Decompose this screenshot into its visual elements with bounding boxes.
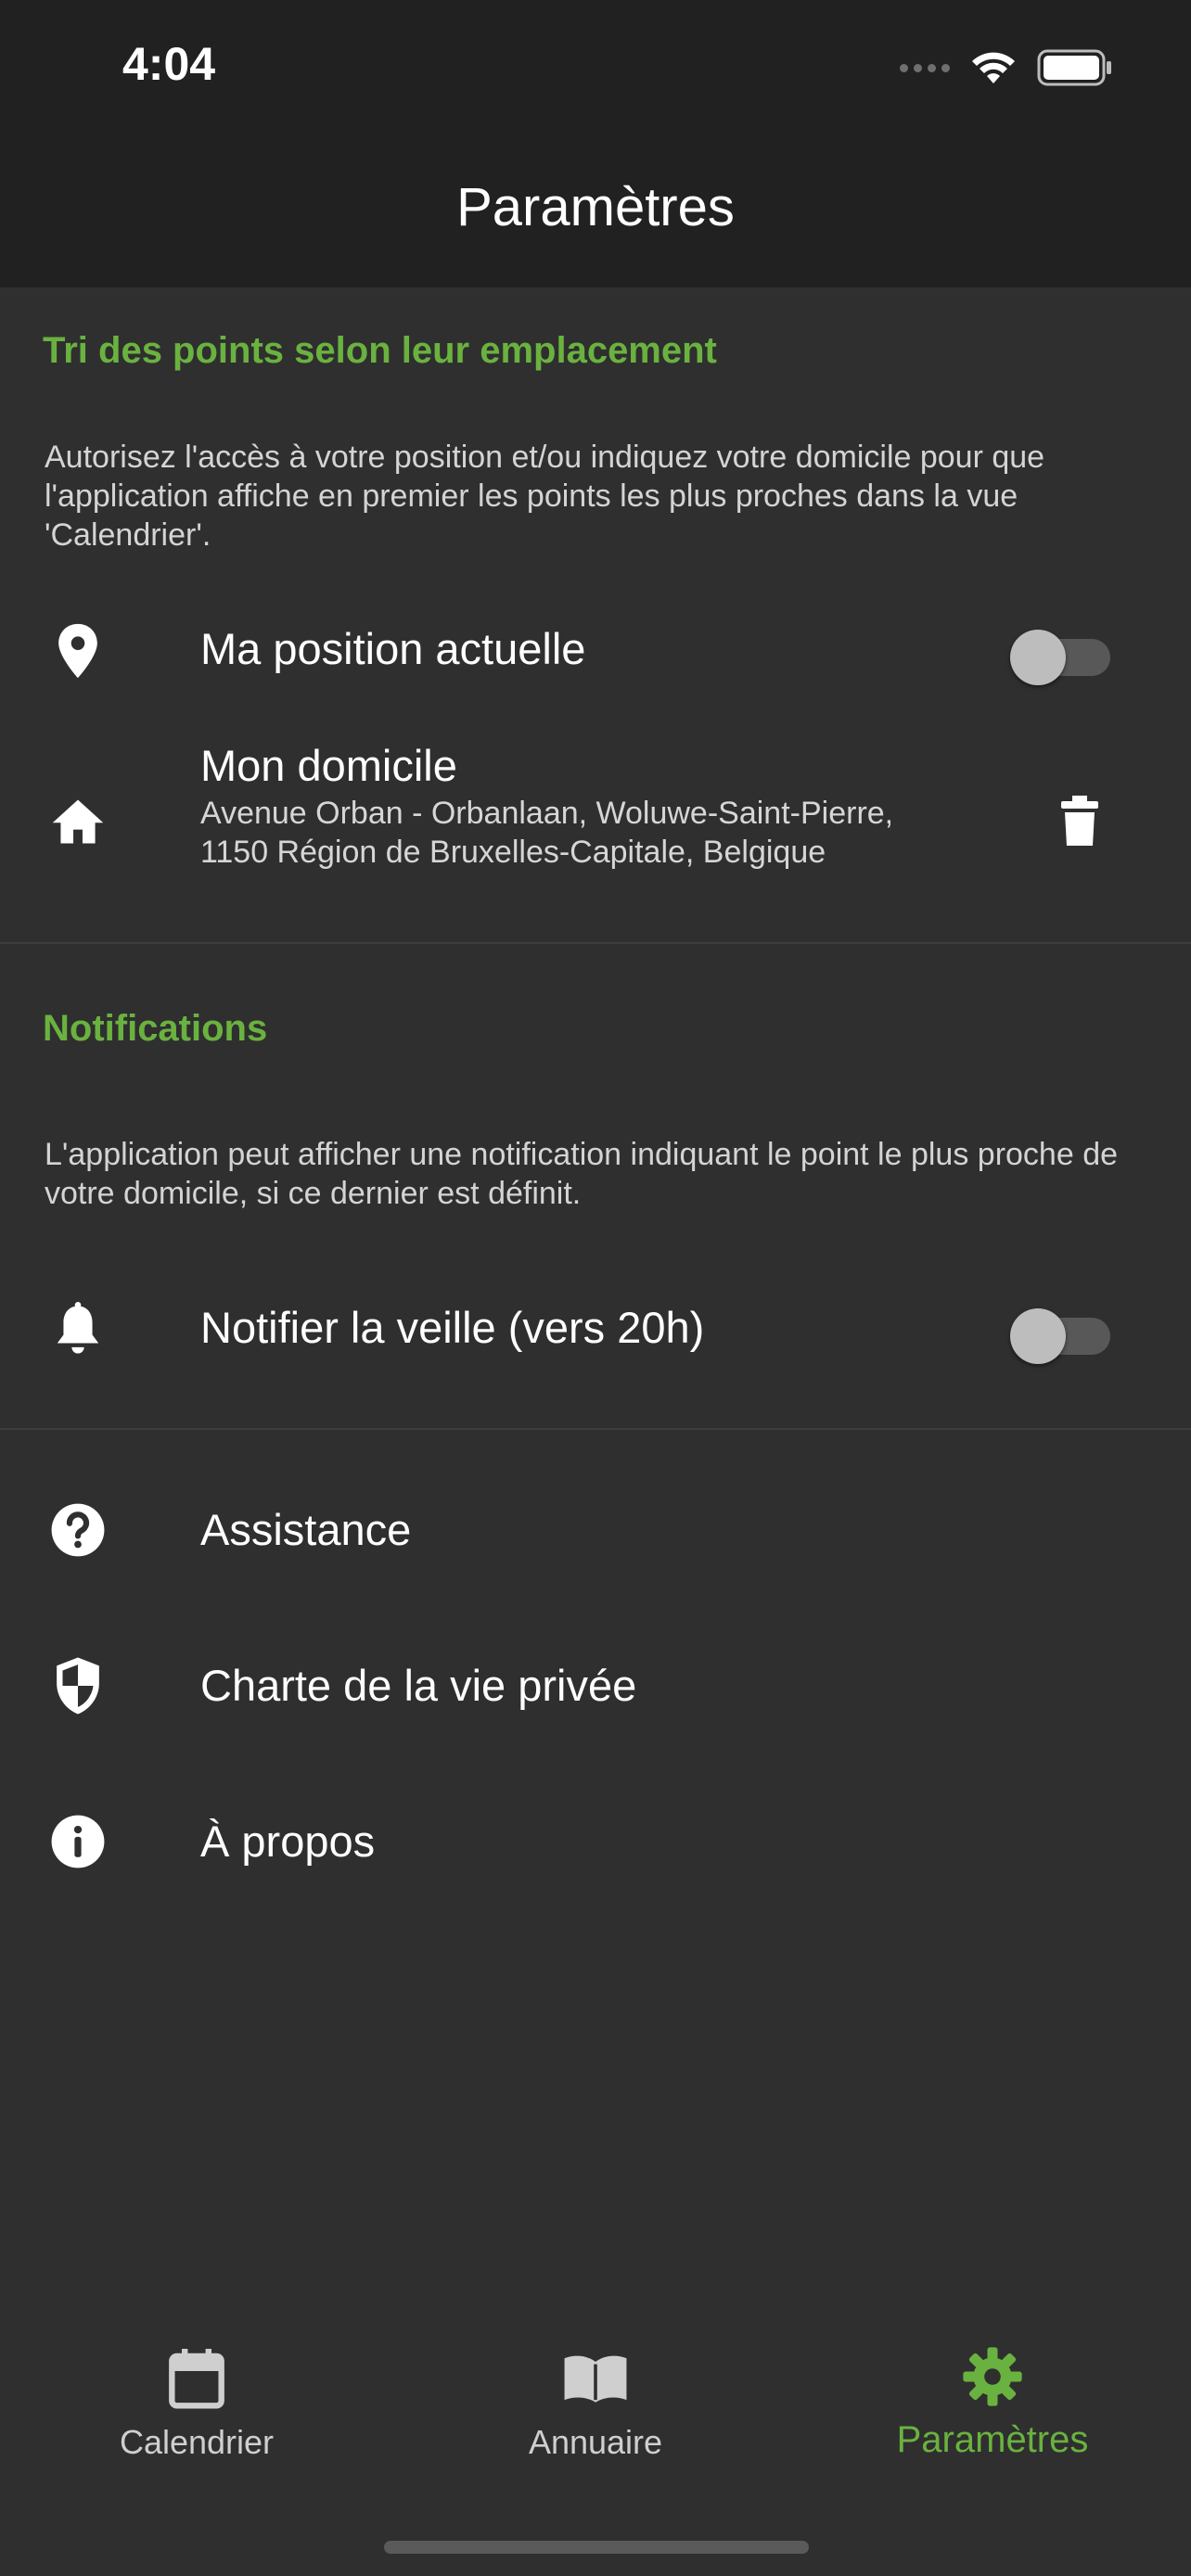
notifications-description: L'application peut afficher une notifica…: [45, 1137, 1119, 1211]
current-position-row[interactable]: Ma position actuelle: [0, 603, 1191, 699]
tab-calendrier[interactable]: Calendrier: [58, 2346, 336, 2462]
status-bar: 4:04: [0, 0, 1191, 139]
current-position-label: Ma position actuelle: [200, 624, 586, 673]
home-icon: [46, 790, 109, 853]
location-pin-icon: [46, 619, 109, 682]
notify-row[interactable]: Notifier la veille (vers 20h): [0, 1282, 1191, 1378]
home-indicator: [384, 2541, 809, 2554]
assistance-label: Assistance: [200, 1505, 412, 1554]
section-title-location: Tri des points selon leur emplacement: [43, 330, 717, 371]
notify-label: Notifier la veille (vers 20h): [200, 1303, 705, 1352]
home-label: Mon domicile: [200, 741, 457, 790]
calendar-icon: [169, 2349, 224, 2409]
gear-icon: [963, 2347, 1022, 2406]
cellular-signal-icon: [900, 63, 950, 72]
current-position-toggle[interactable]: [1010, 623, 1112, 685]
link-about[interactable]: À propos: [0, 1795, 1191, 1888]
wifi-icon: [972, 52, 1015, 83]
info-icon: [46, 1810, 109, 1873]
book-icon: [564, 2355, 627, 2403]
tab-parametres-label: Paramètres: [896, 2419, 1089, 2460]
notify-toggle[interactable]: [1010, 1302, 1112, 1364]
section-title-notifications: Notifications: [43, 1008, 268, 1049]
tab-annuaire-label: Annuaire: [528, 2423, 663, 2461]
about-label: À propos: [200, 1817, 376, 1866]
tab-annuaire[interactable]: Annuaire: [456, 2346, 735, 2462]
link-privacy[interactable]: Charte de la vie privée: [0, 1639, 1191, 1732]
location-description: Autorisez l'accès à votre position et/ou…: [45, 440, 1045, 553]
link-assistance[interactable]: Assistance: [0, 1484, 1191, 1576]
help-circle-icon: [46, 1498, 109, 1562]
page-title: Paramètres: [456, 177, 735, 237]
home-address: Avenue Orban - Orbanlaan, Woluwe-Saint-P…: [200, 796, 894, 870]
shield-icon: [46, 1654, 109, 1717]
divider: [0, 1428, 1191, 1430]
home-row[interactable]: Mon domicile Avenue Orban - Orbanlaan, W…: [0, 733, 1191, 918]
trash-icon[interactable]: [1048, 790, 1111, 853]
bell-icon: [46, 1298, 109, 1361]
tab-parametres[interactable]: Paramètres: [853, 2346, 1132, 2461]
status-time: 4:04: [122, 38, 216, 90]
divider: [0, 942, 1191, 944]
tab-calendrier-label: Calendrier: [119, 2423, 275, 2461]
battery-icon: [1037, 49, 1111, 86]
privacy-label: Charte de la vie privée: [200, 1661, 637, 1710]
status-icons: [900, 46, 1113, 89]
